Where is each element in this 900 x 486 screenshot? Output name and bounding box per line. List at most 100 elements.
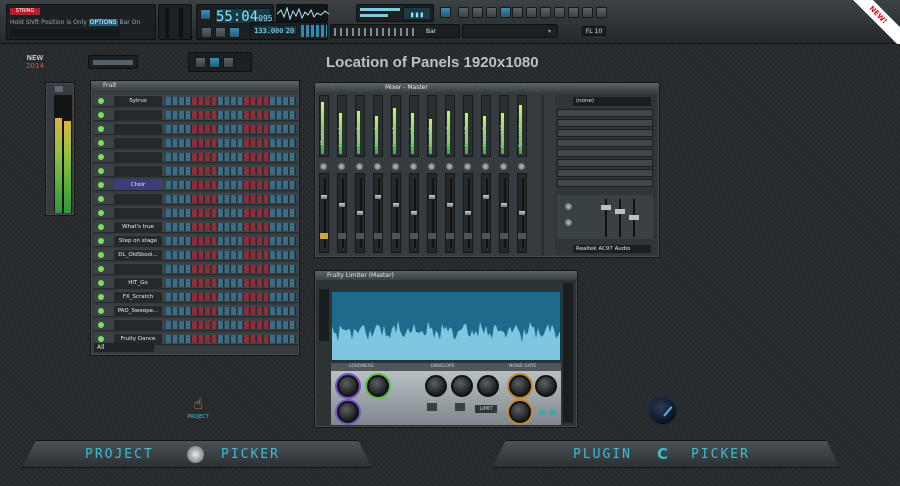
channel-name[interactable] bbox=[114, 194, 162, 204]
effect-slot[interactable] bbox=[557, 169, 653, 177]
channel-name[interactable]: PAD_Sweepe... bbox=[114, 306, 162, 316]
channel-led[interactable] bbox=[98, 210, 104, 216]
channel-led[interactable] bbox=[98, 238, 104, 244]
stop-button[interactable] bbox=[201, 27, 212, 38]
strip-route-button[interactable] bbox=[482, 233, 490, 239]
channel-row[interactable] bbox=[94, 207, 298, 219]
step-buttons[interactable] bbox=[166, 209, 296, 217]
effect-slot[interactable] bbox=[557, 119, 653, 127]
gauge-icon[interactable] bbox=[648, 396, 678, 426]
volume-fader[interactable] bbox=[355, 173, 365, 253]
volume-fader[interactable] bbox=[517, 173, 527, 253]
channel-led[interactable] bbox=[98, 308, 104, 314]
volume-fader[interactable] bbox=[463, 173, 473, 253]
channel-led[interactable] bbox=[98, 126, 104, 132]
channel-name[interactable]: Step on stage bbox=[114, 236, 162, 246]
project-label[interactable]: STRING bbox=[10, 8, 40, 15]
channel-name[interactable] bbox=[114, 264, 162, 274]
pan-knob[interactable] bbox=[374, 163, 381, 170]
pan-knob[interactable] bbox=[518, 163, 525, 170]
channel-name[interactable]: Sytrus bbox=[114, 96, 162, 106]
channel-name[interactable] bbox=[114, 138, 162, 148]
pan-knob[interactable] bbox=[446, 163, 453, 170]
mode-button-b[interactable] bbox=[549, 409, 556, 416]
step-buttons[interactable] bbox=[166, 181, 296, 189]
mixer-strip[interactable]: Insert 3 bbox=[373, 95, 383, 157]
channel-row[interactable]: Sytrus bbox=[94, 95, 298, 107]
channel-row[interactable]: DL_OldSkool... bbox=[94, 249, 298, 261]
strip-route-button[interactable] bbox=[500, 233, 508, 239]
project-shortcut[interactable]: ☝ PROJECT bbox=[184, 396, 212, 421]
sustain-knob[interactable] bbox=[477, 375, 499, 397]
limiter-side-buttons[interactable] bbox=[319, 289, 329, 341]
step-buttons[interactable] bbox=[166, 97, 296, 105]
mixer-strip[interactable]: Insert 6 bbox=[427, 95, 437, 157]
shape-button[interactable] bbox=[455, 403, 465, 411]
strip-route-button[interactable] bbox=[428, 233, 436, 239]
channel-led[interactable] bbox=[98, 98, 104, 104]
step-buttons[interactable] bbox=[166, 321, 296, 329]
step-buttons[interactable] bbox=[166, 223, 296, 231]
volume-fader[interactable] bbox=[391, 173, 401, 253]
strip-route-button[interactable] bbox=[374, 233, 382, 239]
tempo-display[interactable]: 133.000 bbox=[253, 25, 284, 35]
gate-threshold-knob[interactable] bbox=[509, 375, 531, 397]
playlist-icon[interactable] bbox=[440, 7, 451, 18]
play-button[interactable] bbox=[229, 27, 240, 38]
channel-led[interactable] bbox=[98, 140, 104, 146]
channel-name[interactable] bbox=[114, 208, 162, 218]
pan-knob[interactable] bbox=[500, 163, 507, 170]
saturation-knob[interactable] bbox=[337, 401, 359, 423]
strip-route-button[interactable] bbox=[356, 233, 364, 239]
ceiling-knob[interactable] bbox=[367, 375, 389, 397]
step-buttons[interactable] bbox=[166, 153, 296, 161]
gate-release-knob[interactable] bbox=[509, 401, 531, 423]
channel-row[interactable]: HIT_Go bbox=[94, 277, 298, 289]
pan-knob[interactable] bbox=[428, 163, 435, 170]
effect-slot[interactable] bbox=[557, 109, 653, 117]
strip-route-button[interactable] bbox=[410, 233, 418, 239]
play-mode-button[interactable] bbox=[200, 9, 211, 20]
paste-icon[interactable] bbox=[540, 7, 551, 18]
channel-led[interactable] bbox=[98, 224, 104, 230]
master-volume[interactable] bbox=[158, 4, 192, 40]
channel-row[interactable] bbox=[94, 263, 298, 275]
eq-knob-2[interactable] bbox=[565, 219, 572, 226]
project-picker[interactable]: PROJECT PICKER bbox=[22, 440, 372, 468]
mixer-strip[interactable]: Insert 10 bbox=[499, 95, 509, 157]
volume-fader[interactable] bbox=[373, 173, 383, 253]
mixer-strip[interactable]: Insert 1 bbox=[337, 95, 347, 157]
volume-fader[interactable] bbox=[427, 173, 437, 253]
volume-fader[interactable] bbox=[445, 173, 455, 253]
mini-stop-button[interactable] bbox=[195, 57, 206, 68]
volume-fader[interactable] bbox=[337, 173, 347, 253]
channel-row[interactable]: Step on stage bbox=[94, 235, 298, 247]
mixer-icon[interactable] bbox=[486, 7, 497, 18]
channel-led[interactable] bbox=[98, 182, 104, 188]
channel-led[interactable] bbox=[98, 112, 104, 118]
channel-row[interactable] bbox=[94, 193, 298, 205]
help-icon[interactable] bbox=[596, 7, 607, 18]
channel-name[interactable]: FX_Scratch bbox=[114, 292, 162, 302]
volume-fader[interactable] bbox=[481, 173, 491, 253]
strip-route-button[interactable] bbox=[320, 233, 328, 239]
curve-button[interactable] bbox=[427, 403, 437, 411]
channel-name[interactable]: Choir bbox=[114, 180, 162, 190]
volume-fader[interactable] bbox=[499, 173, 509, 253]
channel-row[interactable] bbox=[94, 123, 298, 135]
piano-roll-icon[interactable] bbox=[458, 7, 469, 18]
browser-icon[interactable] bbox=[500, 7, 511, 18]
eq-knob-1[interactable] bbox=[565, 203, 572, 210]
snap-options[interactable] bbox=[334, 28, 414, 36]
pan-knob[interactable] bbox=[356, 163, 363, 170]
channel-row[interactable]: FX_Scratch bbox=[94, 291, 298, 303]
channel-name[interactable] bbox=[114, 110, 162, 120]
gate-gain-knob[interactable] bbox=[535, 375, 557, 397]
channel-name[interactable] bbox=[114, 166, 162, 176]
gain-knob[interactable] bbox=[337, 375, 359, 397]
step-buttons[interactable] bbox=[166, 125, 296, 133]
step-buttons[interactable] bbox=[166, 265, 296, 273]
strip-route-button[interactable] bbox=[338, 233, 346, 239]
channel-row[interactable] bbox=[94, 109, 298, 121]
pan-knob[interactable] bbox=[464, 163, 471, 170]
